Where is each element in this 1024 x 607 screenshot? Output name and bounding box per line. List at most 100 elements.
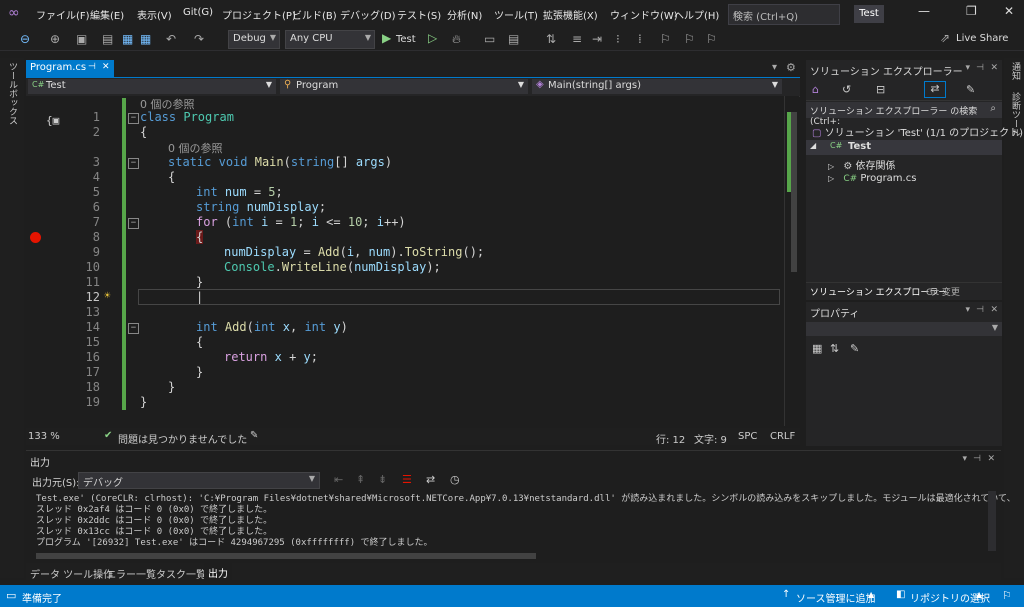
- uncomment-icon[interactable]: ⁞: [638, 32, 642, 46]
- codelens-references[interactable]: 0 個の参照: [168, 140, 223, 156]
- pin-icon[interactable]: ⊣: [88, 62, 96, 72]
- output-vertical-scrollbar[interactable]: [988, 491, 996, 551]
- editor-gutter[interactable]: {▣ 1 2 3 4 5 6 7 8 9 10 11 12 13 14 15 1…: [26, 96, 139, 426]
- menu-edit[interactable]: 編集(E): [90, 7, 124, 22]
- tree-item-project[interactable]: ◢ C# Test: [806, 140, 1002, 155]
- object-selector[interactable]: ▼: [806, 322, 1002, 336]
- toolbox-tab[interactable]: ツールボックス: [6, 62, 19, 125]
- line-indicator[interactable]: 行: 12: [656, 431, 685, 446]
- tab-program-cs[interactable]: Program.cs ⊣ ✕: [26, 60, 114, 77]
- categorized-icon[interactable]: ▦: [812, 342, 822, 355]
- tab-data-tools[interactable]: データ ツール操作: [30, 566, 113, 581]
- menu-test[interactable]: テスト(S): [397, 7, 441, 22]
- undo-icon[interactable]: ↶: [166, 32, 176, 46]
- notifications-tab[interactable]: 通知: [1009, 62, 1022, 80]
- tree-item-dependencies[interactable]: ▷ ⚙ 依存関係: [828, 157, 896, 172]
- tab-output[interactable]: 出力: [204, 563, 232, 580]
- clear-all-icon[interactable]: ☰: [402, 473, 412, 486]
- property-pages-icon[interactable]: ✎: [850, 342, 859, 355]
- menu-project[interactable]: プロジェクト(P): [222, 7, 296, 22]
- run-target[interactable]: Test: [396, 34, 416, 45]
- line-ending-indicator[interactable]: CRLF: [770, 431, 795, 442]
- pin-icon[interactable]: ⊣: [973, 454, 981, 464]
- new-item-icon[interactable]: ▣: [76, 32, 87, 46]
- menu-window[interactable]: ウィンドウ(W): [610, 7, 678, 22]
- tab-git-changes[interactable]: Git 変更: [926, 285, 960, 298]
- back-icon[interactable]: ⊖: [20, 32, 30, 46]
- home-icon[interactable]: ⌂: [812, 83, 819, 96]
- panel-menu-icon[interactable]: ▾: [965, 63, 970, 73]
- save-all-icon[interactable]: ▦: [140, 32, 151, 46]
- platform-dropdown[interactable]: Any CPU ▼: [285, 30, 375, 49]
- tree-item-solution[interactable]: ▢ ソリューション 'Test' (1/1 のプロジェクト): [812, 124, 1023, 139]
- history-icon[interactable]: ↺: [842, 83, 851, 96]
- fold-toggle-icon[interactable]: −: [128, 113, 139, 124]
- scroll-thumb[interactable]: [791, 112, 797, 272]
- config-dropdown[interactable]: Debug ▼: [228, 30, 280, 49]
- fold-toggle-icon[interactable]: −: [128, 218, 139, 229]
- cleanup-icon[interactable]: ✎: [250, 430, 258, 441]
- menu-help[interactable]: ヘルプ(H): [674, 7, 719, 22]
- add-to-source-control[interactable]: ソース管理に追加: [796, 590, 876, 605]
- redo-icon[interactable]: ↷: [194, 32, 204, 46]
- class-dropdown[interactable]: ⚲ Program ▼: [280, 79, 528, 94]
- close-panel-icon[interactable]: ✕: [987, 454, 995, 464]
- close-tab-icon[interactable]: ✕: [102, 62, 110, 72]
- bookmark-prev-icon[interactable]: ⚐: [684, 32, 695, 46]
- expand-arrow-icon[interactable]: ◢: [810, 141, 816, 150]
- live-share-icon[interactable]: ⇗: [940, 31, 950, 45]
- bookmark-icon[interactable]: ⚐: [660, 32, 671, 46]
- bookmark-next-icon[interactable]: ⚐: [706, 32, 717, 46]
- output-horizontal-scrollbar[interactable]: [36, 553, 536, 559]
- next-message-icon[interactable]: ⇟: [378, 473, 387, 486]
- output-source-dropdown[interactable]: デバッグ ▼: [78, 472, 320, 489]
- search-box[interactable]: 検索 (Ctrl+Q) ⌕: [728, 4, 840, 25]
- lightbulb-icon[interactable]: ☀: [104, 289, 111, 302]
- tree-item-program-cs[interactable]: ▷ C# Program.cs: [828, 173, 916, 184]
- menu-git[interactable]: Git(G): [183, 7, 213, 18]
- format-icon[interactable]: ≡: [572, 32, 582, 46]
- alphabetical-icon[interactable]: ⇅: [830, 342, 839, 355]
- indent-icon[interactable]: ⇥: [592, 32, 602, 46]
- live-share-button[interactable]: Live Share: [956, 33, 1008, 44]
- close-panel-icon[interactable]: ✕: [990, 305, 998, 315]
- close-window-icon[interactable]: ✕: [1004, 4, 1014, 18]
- column-indicator[interactable]: 文字: 9: [694, 431, 727, 446]
- start-debug-icon[interactable]: ▶: [382, 31, 391, 45]
- settings-gear-icon[interactable]: ⚙: [786, 61, 796, 74]
- browser-link-icon[interactable]: ▭: [484, 32, 495, 46]
- comment-icon[interactable]: ⁝: [616, 32, 620, 46]
- prev-message-icon[interactable]: ⇞: [356, 473, 365, 486]
- maximize-icon[interactable]: ❐: [966, 4, 977, 18]
- whitespace-indicator[interactable]: SPC: [738, 431, 757, 442]
- tab-error-list[interactable]: エラー一覧: [106, 566, 156, 581]
- collapse-arrow-icon[interactable]: ▷: [828, 162, 834, 171]
- pin-icon[interactable]: ⊣: [976, 305, 984, 315]
- sync-view-icon[interactable]: ⇄: [924, 81, 946, 98]
- tab-task-list[interactable]: タスク一覧: [156, 566, 206, 581]
- visual-studio-logo-icon[interactable]: ∞: [8, 5, 20, 21]
- issues-status[interactable]: 問題は見つかりませんでした: [118, 431, 247, 446]
- properties-wrench-icon[interactable]: ✎: [966, 83, 975, 96]
- code-editor[interactable]: {▣ 1 2 3 4 5 6 7 8 9 10 11 12 13 14 15 1…: [26, 96, 786, 426]
- minimize-icon[interactable]: —: [918, 4, 930, 18]
- collapse-all-icon[interactable]: ⊟: [876, 83, 885, 96]
- menu-analyze[interactable]: 分析(N): [447, 7, 482, 22]
- forward-icon[interactable]: ⊕: [50, 32, 60, 46]
- fold-toggle-icon[interactable]: −: [128, 323, 139, 334]
- notification-bell-icon[interactable]: ⚐: [1002, 589, 1012, 602]
- menu-tools[interactable]: ツール(T): [494, 7, 538, 22]
- menu-build[interactable]: ビルド(B): [292, 7, 337, 22]
- step-icon[interactable]: ⇅: [546, 32, 556, 46]
- run-without-debug-icon[interactable]: ▷: [428, 31, 437, 45]
- tab-list-icon[interactable]: ▾: [772, 62, 777, 73]
- find-message-icon[interactable]: ⇤: [334, 473, 343, 486]
- menu-file[interactable]: ファイル(F): [36, 7, 90, 22]
- menu-view[interactable]: 表示(V): [137, 7, 172, 22]
- pin-icon[interactable]: ⊣: [976, 63, 984, 73]
- save-icon[interactable]: ▦: [122, 32, 133, 46]
- clock-icon[interactable]: ◷: [450, 473, 460, 486]
- zoom-level[interactable]: 133 %: [28, 431, 60, 442]
- hot-reload-icon[interactable]: 🔥︎: [452, 32, 461, 47]
- collapse-arrow-icon[interactable]: ▷: [828, 174, 834, 183]
